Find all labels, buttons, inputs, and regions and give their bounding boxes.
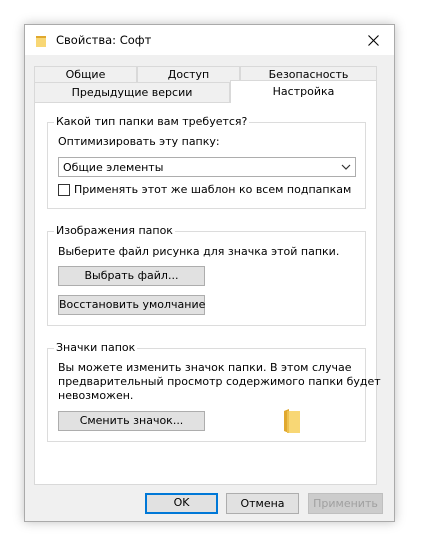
folder-icon [36,36,46,47]
folder-preview-icon [284,409,300,433]
cancel-button[interactable]: Отмена [226,493,299,514]
optimize-select[interactable]: Общие элементы [58,157,356,177]
close-icon [367,34,379,46]
tab-sharing[interactable]: Доступ [137,66,240,82]
restore-default-button[interactable]: Восстановить умолчание [58,295,205,315]
title-bar: Свойства: Софт [25,25,394,55]
folder-icons-description-line-2: предварительный просмотр содержимого пап… [58,375,381,388]
window-title: Свойства: Софт [56,33,152,47]
customize-panel: Какой тип папки вам требуется? Оптимизир… [34,102,381,485]
folder-pictures-group: Изображения папок Выберите файл рисунка … [47,224,366,326]
optimize-select-value: Общие элементы [63,161,164,174]
change-icon-button[interactable]: Сменить значок... [58,411,205,431]
choose-file-button[interactable]: Выбрать файл... [58,266,205,286]
folder-icons-description-line-1: Вы можете изменить значок папки. В этом … [58,361,352,374]
folder-pictures-hint: Выберите файл рисунка для значка этой па… [58,245,340,258]
optimize-label: Оптимизировать эту папку: [58,135,220,148]
folder-icons-description-line-3: невозможен. [58,389,134,402]
apply-subfolders-checkbox[interactable] [58,184,70,196]
tab-previous-versions[interactable]: Предыдущие версии [34,82,230,102]
tab-general[interactable]: Общие [34,66,137,82]
apply-button[interactable]: Применить [308,493,383,514]
ok-button[interactable]: OK [145,493,218,514]
apply-subfolders-label: Применять этот же шаблон ко всем подпапк… [74,183,352,196]
folder-pictures-caption: Изображения папок [54,224,175,237]
properties-dialog: Свойства: Софт Общие Доступ Безопасность… [24,24,395,522]
folder-icons-caption: Значки папок [54,341,138,354]
folder-type-group: Какой тип папки вам требуется? Оптимизир… [47,115,366,209]
close-button[interactable] [352,25,394,55]
folder-icons-group: Значки папок Вы можете изменить значок п… [47,341,381,442]
chevron-down-icon [341,164,351,170]
tab-customize[interactable]: Настройка [230,80,377,103]
folder-type-caption: Какой тип папки вам требуется? [54,115,250,128]
